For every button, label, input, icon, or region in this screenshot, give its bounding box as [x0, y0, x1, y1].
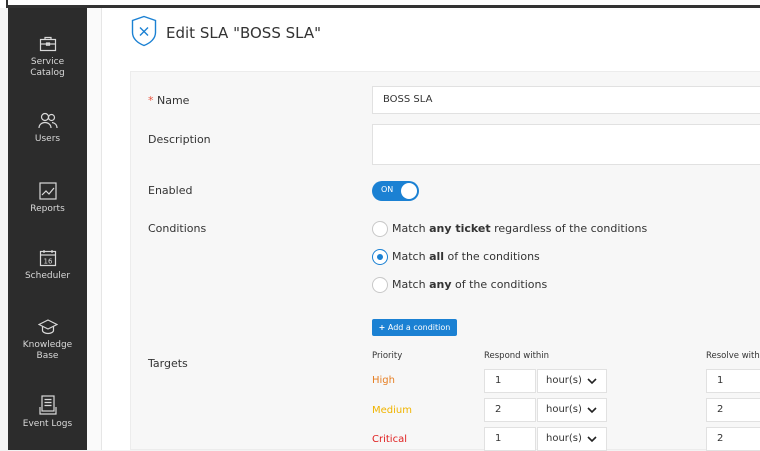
sidebar-item-label: Event Logs [22, 419, 73, 429]
sidebar-item-reports[interactable]: Reports [8, 182, 87, 215]
sidebar-item-service-catalog[interactable]: Service Catalog [8, 35, 87, 79]
enabled-toggle[interactable]: ON [372, 181, 419, 201]
chevron-down-icon [587, 407, 597, 414]
radio-button[interactable] [372, 221, 388, 237]
priority-high: High [372, 375, 395, 386]
description-label: Description [148, 133, 211, 146]
graduation-cap-icon [37, 319, 58, 335]
respond-column-header: Respond within [484, 351, 550, 361]
sidebar-item-label: Scheduler [24, 271, 71, 281]
chart-icon [38, 182, 57, 200]
resolve-value-input[interactable]: 1 [706, 369, 760, 393]
enabled-label: Enabled [148, 184, 193, 197]
priority-critical: Critical [372, 434, 407, 445]
radio-button[interactable] [372, 277, 388, 293]
sidebar-item-scheduler[interactable]: 16 Scheduler [8, 249, 87, 282]
toggle-knob [401, 183, 417, 199]
sidebar-item-knowledge-base[interactable]: Knowledge Base [8, 318, 87, 362]
sidebar-item-label: Knowledge Base [22, 340, 73, 361]
condition-option-any[interactable]: Match any of the conditions [372, 277, 547, 293]
plus-icon: + [378, 323, 386, 332]
shield-close-icon[interactable] [131, 15, 157, 47]
sidebar: Service Catalog Users Reports 16 Schedul… [8, 8, 87, 450]
name-input[interactable]: BOSS SLA [372, 86, 760, 114]
sidebar-item-event-logs[interactable]: Event Logs [8, 395, 87, 430]
resolve-value-input[interactable]: 2 [706, 398, 760, 422]
resolve-value-input[interactable]: 2 [706, 427, 760, 451]
page-title: Edit SLA "BOSS SLA" [166, 24, 321, 42]
name-label: * Name [148, 94, 190, 107]
sidebar-gutter [87, 8, 102, 450]
respond-value-input[interactable]: 2 [484, 398, 536, 422]
sidebar-item-users[interactable]: Users [8, 112, 87, 145]
sidebar-item-label: Reports [30, 204, 65, 214]
briefcase-icon [39, 36, 56, 52]
condition-option-all[interactable]: Match all of the conditions [372, 249, 540, 265]
top-border [0, 0, 760, 8]
calendar-icon: 16 [39, 250, 56, 267]
chevron-down-icon [587, 436, 597, 443]
add-condition-button[interactable]: + Add a condition [372, 319, 457, 336]
respond-value-input[interactable]: 1 [484, 369, 536, 393]
svg-text:16: 16 [43, 258, 52, 266]
description-input[interactable] [372, 124, 760, 165]
condition-option-any-ticket[interactable]: Match any ticket regardless of the condi… [372, 221, 647, 237]
chevron-down-icon [587, 378, 597, 385]
sidebar-item-label: Users [34, 134, 61, 144]
resolve-column-header: Resolve with [706, 351, 760, 361]
priority-medium: Medium [372, 405, 412, 416]
radio-button-checked[interactable] [372, 249, 388, 265]
sidebar-item-label: Service Catalog [30, 57, 65, 78]
required-mark: * [148, 94, 154, 107]
document-icon [38, 395, 57, 415]
conditions-label: Conditions [148, 222, 207, 235]
respond-value-input[interactable]: 1 [484, 427, 536, 451]
priority-column-header: Priority [372, 351, 403, 361]
targets-label: Targets [148, 357, 188, 370]
toggle-state-text: ON [381, 185, 394, 194]
users-icon [37, 112, 58, 129]
